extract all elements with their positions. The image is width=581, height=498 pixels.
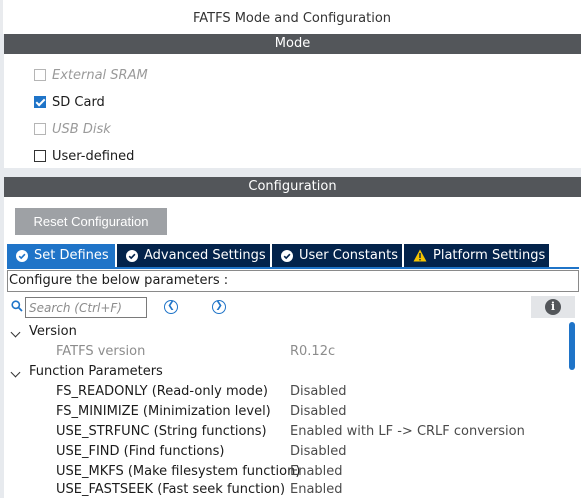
configure-instructions: Configure the below parameters : xyxy=(7,270,579,292)
tab-set-defines[interactable]: Set Defines xyxy=(7,244,115,267)
window-title: FATFS Mode and Configuration xyxy=(192,11,392,26)
check-circle-icon xyxy=(281,249,293,262)
sd-card-checkbox[interactable] xyxy=(34,96,46,108)
config-tabs: Set Defines Advanced Settings User Const… xyxy=(7,244,549,267)
param-name: FATFS version xyxy=(56,344,146,359)
param-value: R0.12c xyxy=(290,344,336,359)
search-previous-button[interactable]: ❮ xyxy=(164,300,178,314)
mode-header: Mode xyxy=(4,34,581,54)
reset-configuration-button[interactable]: Reset Configuration xyxy=(15,208,167,235)
mode-item-sd-card[interactable]: SD Card xyxy=(34,93,105,111)
param-name: FS_READONLY (Read-only mode) xyxy=(56,384,268,399)
tab-label: User Constants xyxy=(299,248,398,263)
param-name: USE_MKFS (Make filesystem function) xyxy=(56,464,301,479)
tree-row[interactable]: USE_FASTSEEK (Fast seek function) Enable… xyxy=(0,480,565,498)
tab-user-constants[interactable]: User Constants xyxy=(272,244,402,267)
search-icon xyxy=(11,300,23,312)
tree-row[interactable]: USE_FIND (Find functions) Disabled xyxy=(0,442,565,462)
chevron-right-icon: ❯ xyxy=(215,301,223,311)
mode-item-external-sram: External SRAM xyxy=(34,66,148,84)
tab-advanced-settings[interactable]: Advanced Settings xyxy=(117,244,270,267)
title-bar: FATFS Mode and Configuration xyxy=(0,0,581,34)
sd-card-label[interactable]: SD Card xyxy=(52,95,105,110)
param-value: Enabled with LF -> CRLF conversion xyxy=(290,424,525,439)
param-value: Disabled xyxy=(290,444,347,459)
param-value: Enabled xyxy=(290,464,343,479)
chevron-down-icon[interactable] xyxy=(10,327,21,338)
section-divider xyxy=(4,168,581,177)
tree-row[interactable]: FS_MINIMIZE (Minimization level) Disable… xyxy=(0,402,565,422)
param-value: Disabled xyxy=(290,404,347,419)
param-value: Disabled xyxy=(290,384,347,399)
param-name: FS_MINIMIZE (Minimization level) xyxy=(56,404,271,419)
param-name: USE_FASTSEEK (Fast seek function) xyxy=(56,482,286,497)
group-label: Version xyxy=(29,324,77,339)
param-name: USE_FIND (Find functions) xyxy=(56,444,225,459)
tab-label: Set Defines xyxy=(34,248,109,263)
scrollbar-thumb[interactable] xyxy=(569,322,575,370)
usb-disk-checkbox xyxy=(34,123,46,135)
tabs-underline xyxy=(7,267,579,269)
param-name: USE_STRFUNC (String functions) xyxy=(56,424,267,439)
group-label: Function Parameters xyxy=(29,364,163,379)
search-input[interactable] xyxy=(25,297,147,318)
usb-disk-label: USB Disk xyxy=(52,121,111,137)
param-value: Enabled xyxy=(290,482,343,497)
user-defined-label[interactable]: User-defined xyxy=(52,149,134,164)
tab-platform-settings[interactable]: Platform Settings xyxy=(404,244,549,267)
info-button[interactable]: i xyxy=(531,296,575,318)
configuration-header: Configuration xyxy=(4,177,581,197)
user-defined-checkbox[interactable] xyxy=(34,150,46,162)
external-sram-checkbox xyxy=(34,69,46,81)
tree-group-version[interactable]: Version xyxy=(0,322,565,342)
tab-label: Advanced Settings xyxy=(144,248,266,263)
check-circle-icon xyxy=(16,249,28,262)
tree-group-function-parameters[interactable]: Function Parameters xyxy=(0,362,565,382)
mode-item-usb-disk: USB Disk xyxy=(34,120,111,138)
tree-row[interactable]: USE_STRFUNC (String functions) Enabled w… xyxy=(0,422,565,442)
tree-row[interactable]: FS_READONLY (Read-only mode) Disabled xyxy=(0,382,565,402)
chevron-down-icon[interactable] xyxy=(10,367,21,378)
tab-label: Platform Settings xyxy=(433,248,546,263)
info-icon: i xyxy=(545,299,561,315)
chevron-left-icon: ❮ xyxy=(167,301,175,311)
check-circle-icon xyxy=(126,249,138,262)
tree-row[interactable]: FATFS version R0.12c xyxy=(0,342,565,362)
external-sram-label: External SRAM xyxy=(52,67,148,83)
tree-row[interactable]: USE_MKFS (Make filesystem function) Enab… xyxy=(0,462,565,482)
warning-icon xyxy=(413,249,427,262)
mode-item-user-defined[interactable]: User-defined xyxy=(34,147,134,165)
search-next-button[interactable]: ❯ xyxy=(212,300,226,314)
